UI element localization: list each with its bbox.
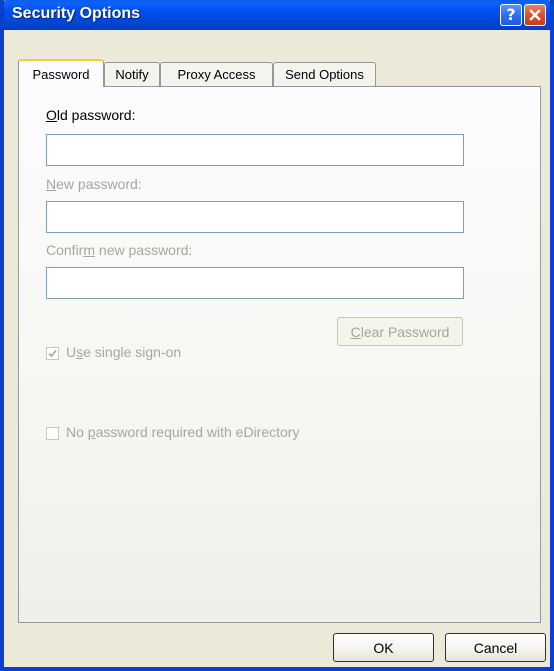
window-title: Security Options xyxy=(12,5,141,22)
single-sign-on-label: Use single sign-on xyxy=(66,344,182,360)
clear-password-button[interactable]: Clear Password xyxy=(337,317,463,346)
close-button[interactable] xyxy=(524,4,546,26)
single-sign-on-checkbox[interactable] xyxy=(46,347,59,360)
tab-proxy-access[interactable]: Proxy Access xyxy=(160,62,273,86)
ok-button[interactable]: OK xyxy=(333,633,434,662)
tab-password[interactable]: Password xyxy=(18,59,104,87)
tab-send-options[interactable]: Send Options xyxy=(273,62,376,86)
no-password-edirectory-label: No password required with eDirectory xyxy=(66,424,300,440)
cancel-button[interactable]: Cancel xyxy=(445,633,546,662)
confirm-password-label: Confirm new password: xyxy=(46,242,193,258)
new-password-label: New password: xyxy=(46,176,142,192)
close-icon xyxy=(529,9,541,21)
new-password-field[interactable] xyxy=(46,201,464,233)
help-icon: ? xyxy=(506,5,516,24)
old-password-field[interactable] xyxy=(46,134,464,166)
security-options-dialog: Security Options ? Password Notify Proxy… xyxy=(0,0,554,671)
checkmark-icon xyxy=(48,349,57,358)
old-password-label: Old password: xyxy=(46,107,136,123)
confirm-password-field[interactable] xyxy=(46,267,464,299)
title-bar[interactable]: Security Options ? xyxy=(4,0,550,30)
help-button[interactable]: ? xyxy=(500,4,522,26)
tab-notify[interactable]: Notify xyxy=(104,62,160,86)
no-password-edirectory-checkbox[interactable] xyxy=(46,427,59,440)
password-tab-panel: Old password: New password: Confirm new … xyxy=(18,86,541,623)
